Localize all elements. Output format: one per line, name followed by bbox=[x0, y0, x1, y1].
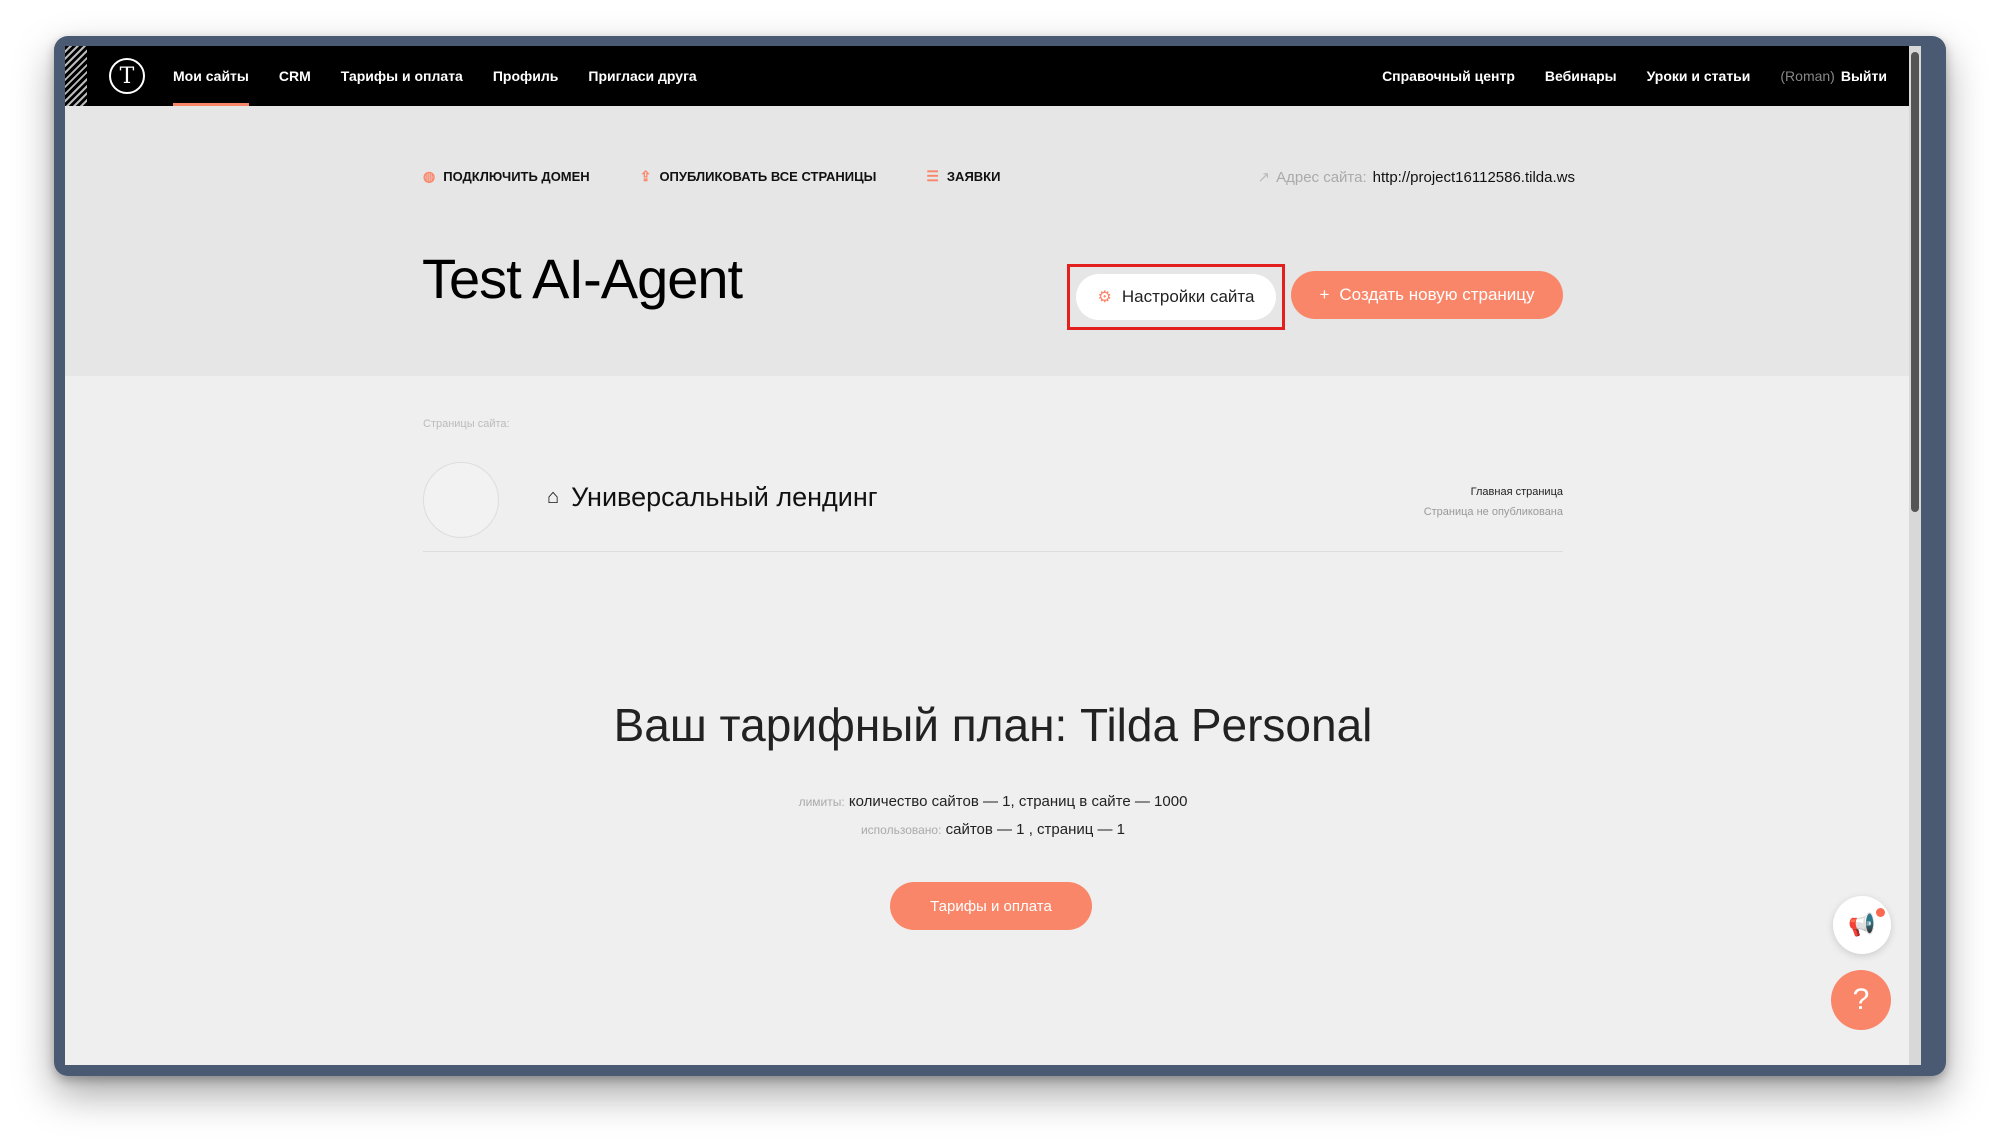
gear-icon: ⚙ bbox=[1097, 289, 1112, 306]
site-header: ◍ ПОДКЛЮЧИТЬ ДОМЕН ⇪ ОПУБЛИКОВАТЬ ВСЕ СТ… bbox=[65, 106, 1921, 376]
top-nav: T Мои сайты CRM Тарифы и оплата Профиль … bbox=[65, 46, 1921, 106]
publish-all-label: ОПУБЛИКОВАТЬ ВСЕ СТРАНИЦЫ bbox=[659, 169, 877, 184]
user-area: (Roman) Выйти bbox=[1780, 46, 1887, 106]
create-page-button[interactable]: + Создать новую страницу bbox=[1291, 271, 1563, 319]
site-actions: ◍ ПОДКЛЮЧИТЬ ДОМЕН ⇪ ОПУБЛИКОВАТЬ ВСЕ СТ… bbox=[423, 168, 1000, 185]
news-megaphone-icon[interactable]: 📢 bbox=[1833, 896, 1891, 954]
limits-value: количество сайтов — 1, страниц в сайте —… bbox=[848, 793, 1188, 810]
external-link-icon: ↗ bbox=[1257, 169, 1271, 186]
site-title: Test AI-Agent bbox=[422, 247, 743, 310]
limits-label: лимиты: bbox=[798, 795, 845, 809]
tilda-logo-icon[interactable]: T bbox=[109, 58, 145, 94]
scrollbar[interactable] bbox=[1909, 46, 1921, 1065]
plan-title: Ваш тарифный план: Tilda Personal bbox=[613, 699, 1373, 751]
site-address-label: Адрес сайта: bbox=[1276, 168, 1367, 186]
used-label: использовано: bbox=[860, 823, 942, 837]
connect-domain-label: ПОДКЛЮЧИТЬ ДОМЕН bbox=[443, 169, 590, 184]
requests-label: ЗАЯВКИ bbox=[946, 169, 1001, 184]
nav-invite-friend[interactable]: Пригласи друга bbox=[588, 46, 696, 106]
nav-pricing[interactable]: Тарифы и оплата bbox=[341, 46, 463, 106]
page-main-badge: Главная страница bbox=[1470, 486, 1563, 498]
site-settings-label: Настройки сайта bbox=[1121, 287, 1255, 306]
page-meta: Главная страница Страница не опубликован… bbox=[1424, 482, 1563, 522]
browser-window: T Мои сайты CRM Тарифы и оплата Профиль … bbox=[54, 36, 1946, 1076]
nav-profile[interactable]: Профиль bbox=[493, 46, 559, 106]
used-value: сайтов — 1 , страниц — 1 bbox=[945, 821, 1126, 838]
nav-lessons[interactable]: Уроки и статьи bbox=[1647, 46, 1751, 106]
page-row[interactable]: ⌂ Универсальный лендинг Главная страница… bbox=[423, 462, 1563, 552]
upload-icon: ⇪ bbox=[639, 168, 652, 184]
plan-used-line: использовано: сайтов — 1 , страниц — 1 bbox=[65, 816, 1921, 844]
highlight-box: ⚙ Настройки сайта bbox=[1067, 264, 1285, 330]
nav-help-center[interactable]: Справочный центр bbox=[1382, 46, 1515, 106]
help-button[interactable]: ? bbox=[1831, 970, 1891, 1030]
nav-webinars[interactable]: Вебинары bbox=[1545, 46, 1617, 106]
page-status: Страница не опубликована bbox=[1423, 506, 1563, 518]
app-screen: T Мои сайты CRM Тарифы и оплата Профиль … bbox=[65, 46, 1921, 1065]
pages-section-label: Страницы сайта: bbox=[423, 418, 510, 430]
scrollbar-thumb[interactable] bbox=[1911, 52, 1919, 512]
page-title-text: Универсальный лендинг bbox=[571, 482, 878, 512]
pricing-button[interactable]: Тарифы и оплата bbox=[890, 882, 1092, 930]
page-title[interactable]: ⌂ Универсальный лендинг bbox=[547, 482, 878, 513]
nav-left: Мои сайты CRM Тарифы и оплата Профиль Пр… bbox=[173, 46, 697, 106]
list-icon: ☰ bbox=[926, 168, 939, 184]
nav-crm[interactable]: CRM bbox=[279, 46, 311, 106]
site-address-link[interactable]: http://project16112586.tilda.ws bbox=[1373, 169, 1575, 186]
connect-domain-button[interactable]: ◍ ПОДКЛЮЧИТЬ ДОМЕН bbox=[423, 168, 590, 185]
create-page-label: Создать новую страницу bbox=[1339, 285, 1535, 304]
home-icon: ⌂ bbox=[547, 486, 560, 508]
globe-icon: ◍ bbox=[423, 168, 436, 184]
plan-limits-line: лимиты: количество сайтов — 1, страниц в… bbox=[65, 788, 1921, 816]
logout-link[interactable]: Выйти bbox=[1841, 46, 1887, 106]
plus-icon: + bbox=[1319, 285, 1330, 304]
user-name: (Roman) bbox=[1780, 68, 1835, 84]
publish-all-button[interactable]: ⇪ ОПУБЛИКОВАТЬ ВСЕ СТРАНИЦЫ bbox=[640, 168, 877, 185]
site-address: ↗ Адрес сайта: http://project16112586.ti… bbox=[1257, 168, 1575, 187]
nav-my-sites[interactable]: Мои сайты bbox=[173, 46, 249, 106]
plan-limits: лимиты: количество сайтов — 1, страниц в… bbox=[65, 788, 1921, 844]
requests-button[interactable]: ☰ ЗАЯВКИ bbox=[926, 168, 1000, 185]
window-edge-stripe bbox=[65, 46, 87, 106]
notification-dot bbox=[1876, 908, 1885, 917]
page-thumbnail[interactable] bbox=[423, 462, 499, 538]
site-settings-button[interactable]: ⚙ Настройки сайта bbox=[1076, 274, 1276, 320]
nav-right: Справочный центр Вебинары Уроки и статьи… bbox=[1382, 46, 1887, 106]
